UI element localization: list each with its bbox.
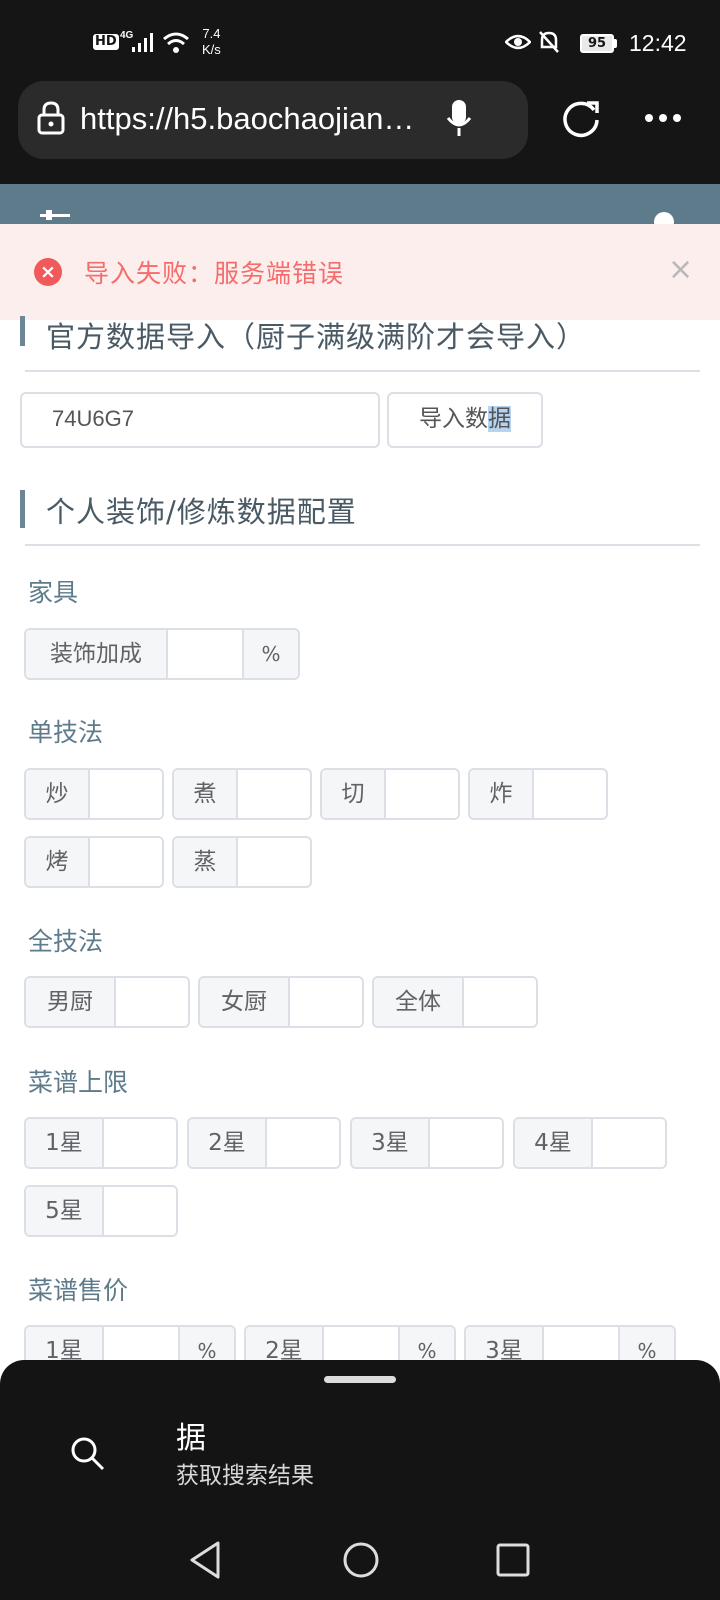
recipe-limit-input[interactable] bbox=[430, 1119, 502, 1167]
decoration-bonus-label: 装饰加成 bbox=[26, 630, 168, 678]
skill-label: 切 bbox=[322, 770, 386, 818]
category-recipe-price: 菜谱售价 bbox=[28, 1276, 129, 1305]
speed-unit: K/s bbox=[202, 42, 221, 57]
more-options-icon[interactable] bbox=[644, 112, 682, 124]
all-skill-input[interactable] bbox=[464, 978, 536, 1026]
skill-label: 蒸 bbox=[174, 838, 238, 886]
all-skill-group-all: 全体 bbox=[372, 976, 538, 1028]
import-data-button[interactable]: 导入数据 bbox=[387, 392, 543, 448]
recipe-limit-group-1: 1星 bbox=[24, 1117, 178, 1169]
recipe-limit-input[interactable] bbox=[593, 1119, 665, 1167]
all-skill-group-male: 男厨 bbox=[24, 976, 190, 1028]
import-code-input[interactable]: 74U6G7 bbox=[20, 392, 380, 448]
clock: 12:42 bbox=[629, 30, 687, 56]
recipe-limit-label: 4星 bbox=[515, 1119, 593, 1167]
decoration-bonus-input[interactable] bbox=[168, 630, 242, 678]
import-code-value[interactable]: 74U6G7 bbox=[52, 406, 134, 432]
wifi-icon bbox=[163, 32, 189, 53]
recipe-limit-label: 5星 bbox=[26, 1187, 104, 1235]
import-button-selected-text: 据 bbox=[488, 406, 511, 432]
recipe-limit-label: 1星 bbox=[26, 1119, 104, 1167]
all-skill-label: 女厨 bbox=[200, 978, 290, 1026]
skill-label: 炸 bbox=[470, 770, 534, 818]
category-furniture: 家具 bbox=[28, 578, 79, 607]
url-text[interactable]: https://h5.baochaojianghu.com bbox=[80, 101, 425, 137]
skill-group-roast: 烤 bbox=[24, 836, 164, 888]
section-marker bbox=[20, 316, 25, 346]
divider bbox=[25, 370, 700, 372]
all-skill-input[interactable] bbox=[116, 978, 188, 1026]
recipe-limit-input[interactable] bbox=[267, 1119, 339, 1167]
skill-input[interactable] bbox=[386, 770, 458, 818]
percent-suffix: % bbox=[242, 630, 298, 678]
recipe-limit-group-2: 2星 bbox=[187, 1117, 341, 1169]
reload-icon[interactable] bbox=[561, 98, 601, 138]
recipe-limit-input[interactable] bbox=[104, 1187, 176, 1235]
section-marker bbox=[20, 490, 25, 528]
search-suggestion-query[interactable]: 据 bbox=[176, 1413, 206, 1457]
skill-label: 烤 bbox=[26, 838, 90, 886]
recipe-limit-label: 3星 bbox=[352, 1119, 430, 1167]
skill-input[interactable] bbox=[90, 838, 162, 886]
all-skill-label: 男厨 bbox=[26, 978, 116, 1026]
menu-icon[interactable] bbox=[40, 210, 72, 224]
recipe-limit-group-3: 3星 bbox=[350, 1117, 504, 1169]
decoration-bonus-group: 装饰加成 % bbox=[24, 628, 300, 680]
skill-group-stir-fry: 炒 bbox=[24, 768, 164, 820]
skill-group-cut: 切 bbox=[320, 768, 460, 820]
all-skill-group-female: 女厨 bbox=[198, 976, 364, 1028]
skill-group-boil: 煮 bbox=[172, 768, 312, 820]
battery-tip bbox=[614, 39, 617, 48]
battery-icon: 95 bbox=[580, 34, 614, 53]
skill-group-steam: 蒸 bbox=[172, 836, 312, 888]
skill-input[interactable] bbox=[238, 838, 310, 886]
network-speed: 7.4 K/s bbox=[202, 26, 221, 58]
search-suggestion-subtitle[interactable]: 获取搜索结果 bbox=[176, 1456, 314, 1490]
search-icon[interactable] bbox=[70, 1436, 106, 1472]
all-skill-input[interactable] bbox=[290, 978, 362, 1026]
close-icon[interactable]: × bbox=[668, 255, 693, 285]
skill-group-fry: 炸 bbox=[468, 768, 608, 820]
divider bbox=[25, 544, 700, 546]
hd-voice-icon: HD bbox=[93, 34, 119, 50]
section-title-personal: 个人装饰/修炼数据配置 bbox=[46, 495, 357, 529]
skill-label: 煮 bbox=[174, 770, 238, 818]
all-skill-label: 全体 bbox=[374, 978, 464, 1026]
lock-icon[interactable] bbox=[36, 100, 66, 136]
speed-value: 7.4 bbox=[202, 26, 221, 41]
eye-icon bbox=[505, 34, 531, 50]
skill-input[interactable] bbox=[90, 770, 162, 818]
signal-icon bbox=[132, 33, 153, 52]
recents-icon[interactable] bbox=[496, 1543, 530, 1577]
skill-label: 炒 bbox=[26, 770, 90, 818]
recipe-limit-group-5: 5星 bbox=[24, 1185, 178, 1237]
home-icon[interactable] bbox=[342, 1541, 380, 1579]
recipe-limit-input[interactable] bbox=[104, 1119, 176, 1167]
skill-input[interactable] bbox=[238, 770, 310, 818]
recipe-limit-group-4: 4星 bbox=[513, 1117, 667, 1169]
sheet-drag-handle[interactable] bbox=[324, 1376, 396, 1383]
mute-bell-icon bbox=[539, 31, 559, 53]
section-title-official-import: 官方数据导入（厨子满级满阶才会导入） bbox=[46, 320, 587, 354]
skill-input[interactable] bbox=[534, 770, 606, 818]
category-single-skill: 单技法 bbox=[28, 718, 104, 747]
toast-message: 导入失败：服务端错误 bbox=[84, 259, 345, 288]
back-icon[interactable] bbox=[188, 1540, 224, 1580]
import-button-text: 导入数 bbox=[419, 406, 488, 432]
microphone-icon[interactable] bbox=[446, 98, 472, 138]
error-icon: × bbox=[34, 258, 62, 286]
category-recipe-limit: 菜谱上限 bbox=[28, 1068, 129, 1097]
recipe-limit-label: 2星 bbox=[189, 1119, 267, 1167]
settings-icon[interactable] bbox=[650, 208, 678, 224]
category-all-skill: 全技法 bbox=[28, 927, 104, 956]
